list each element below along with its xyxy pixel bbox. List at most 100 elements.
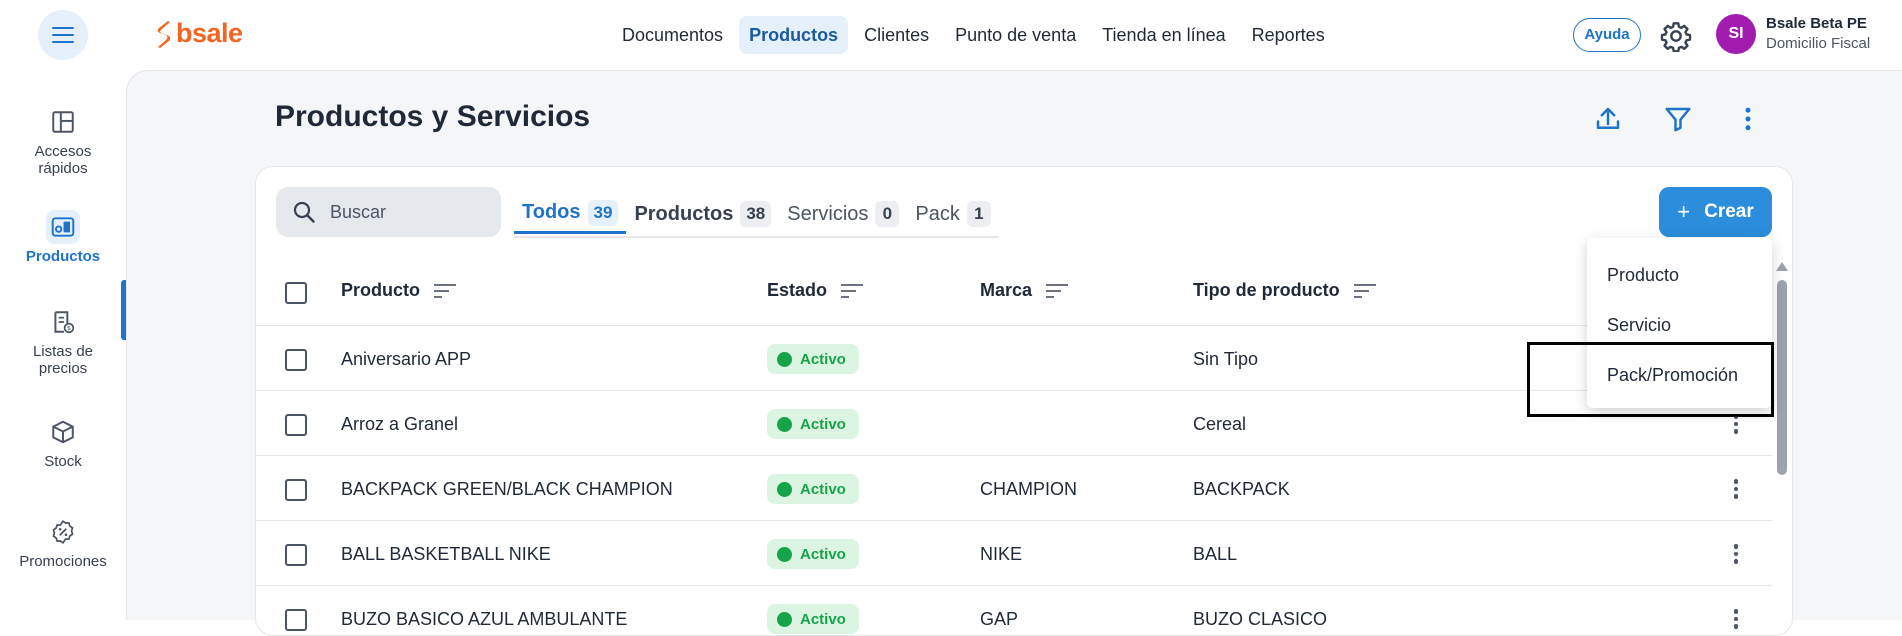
sidebar-label: Productos bbox=[25, 248, 101, 265]
column-label: Producto bbox=[341, 280, 420, 300]
row-divider bbox=[256, 520, 1772, 521]
more-vertical-icon[interactable] bbox=[1733, 104, 1763, 134]
row-actions-button[interactable] bbox=[1730, 544, 1742, 568]
status-dot bbox=[777, 546, 792, 562]
product-type: BACKPACK bbox=[1193, 479, 1290, 499]
status-dot bbox=[777, 611, 792, 627]
menu-item-producto[interactable]: Producto bbox=[1587, 250, 1772, 300]
user-name: Bsale Beta PE bbox=[1766, 15, 1867, 32]
page-title: Productos y Servicios bbox=[275, 100, 591, 133]
sidebar-item-productos[interactable]: Productos bbox=[0, 210, 126, 265]
product-name[interactable]: Arroz a Granel bbox=[341, 414, 458, 435]
column-header-tipo-de-producto[interactable]: Tipo de producto bbox=[1193, 280, 1376, 301]
status-badge: Activo bbox=[767, 344, 859, 374]
search-input[interactable] bbox=[330, 201, 490, 223]
column-header-estado[interactable]: Estado bbox=[767, 280, 864, 301]
products-icon bbox=[46, 210, 80, 244]
hamburger-menu-button[interactable] bbox=[38, 10, 88, 60]
sort-icon[interactable] bbox=[434, 283, 456, 299]
sidebar-item-stock[interactable]: Stock bbox=[0, 415, 126, 470]
sidebar-label: Listas de bbox=[32, 343, 94, 360]
tab-count: 1 bbox=[966, 201, 991, 227]
status-badge: Activo bbox=[767, 604, 859, 634]
column-label: Estado bbox=[767, 280, 828, 300]
tab-bar: Todos 39 Productos 38 Servicios 0 Pack 1 bbox=[514, 194, 999, 238]
status-dot bbox=[777, 351, 792, 367]
row-divider bbox=[256, 585, 1772, 586]
sidebar-item-listas-de-precios[interactable]: $ Listas de precios bbox=[0, 305, 126, 377]
sidebar-label: Accesos bbox=[34, 143, 92, 160]
highlight-box bbox=[1527, 342, 1774, 417]
svg-text:$: $ bbox=[67, 324, 71, 332]
tab-count: 39 bbox=[587, 199, 619, 226]
bsale-logo-icon bbox=[157, 20, 171, 48]
scroll-up-arrow[interactable] bbox=[1776, 262, 1788, 271]
sort-icon[interactable] bbox=[841, 283, 864, 299]
user-branch: Domicilio Fiscal bbox=[1766, 35, 1871, 52]
tab-todos[interactable]: Todos 39 bbox=[514, 194, 627, 234]
tab-pack[interactable]: Pack 1 bbox=[907, 194, 998, 234]
product-name[interactable]: BALL BASKETBALL NIKE bbox=[341, 544, 551, 565]
user-info[interactable]: Bsale Beta PE Domicilio Fiscal bbox=[1766, 15, 1870, 52]
row-divider bbox=[256, 325, 1772, 326]
column-label: Tipo de producto bbox=[1193, 280, 1340, 300]
product-name[interactable]: BACKPACK GREEN/BLACK CHAMPION bbox=[341, 479, 673, 500]
hamburger-icon bbox=[52, 33, 74, 37]
product-brand: CHAMPION bbox=[980, 479, 1078, 499]
status-label: Activo bbox=[800, 350, 846, 368]
gear-icon[interactable] bbox=[1660, 20, 1692, 52]
help-button[interactable]: Ayuda bbox=[1573, 18, 1641, 52]
nav-tienda-en-linea[interactable]: Tienda en línea bbox=[1092, 16, 1235, 54]
box-icon bbox=[46, 415, 80, 449]
upload-icon[interactable] bbox=[1593, 104, 1623, 134]
tab-productos[interactable]: Productos 38 bbox=[626, 194, 779, 234]
nav-reportes[interactable]: Reportes bbox=[1242, 16, 1335, 54]
row-actions-button[interactable] bbox=[1730, 609, 1742, 633]
sidebar-item-promociones[interactable]: Promociones bbox=[0, 515, 126, 570]
tab-count: 38 bbox=[740, 201, 772, 227]
create-button-label: Crear bbox=[1704, 201, 1754, 222]
brand-logo[interactable]: bsale bbox=[154, 18, 243, 49]
create-button[interactable]: + Crear bbox=[1659, 187, 1772, 237]
layout-icon bbox=[46, 105, 80, 139]
sort-icon[interactable] bbox=[1353, 283, 1376, 299]
row-checkbox[interactable] bbox=[285, 479, 307, 501]
tab-label: Productos bbox=[634, 202, 734, 225]
search-box[interactable] bbox=[276, 187, 501, 237]
sort-icon[interactable] bbox=[1046, 283, 1069, 299]
sidebar-label: rápidos bbox=[38, 160, 88, 177]
filter-icon[interactable] bbox=[1663, 104, 1693, 134]
nav-clientes[interactable]: Clientes bbox=[854, 16, 939, 54]
column-header-marca[interactable]: Marca bbox=[980, 280, 1069, 301]
nav-punto-de-venta[interactable]: Punto de venta bbox=[945, 16, 1086, 54]
row-checkbox[interactable] bbox=[285, 349, 307, 371]
promo-icon bbox=[46, 515, 80, 549]
tab-count: 0 bbox=[875, 201, 900, 227]
product-type: Cereal bbox=[1193, 414, 1247, 434]
status-badge: Activo bbox=[767, 474, 859, 504]
row-actions-button[interactable] bbox=[1730, 479, 1742, 503]
column-header-producto[interactable]: Producto bbox=[341, 280, 456, 301]
sidebar: Accesos rápidos Productos $ Listas de pr… bbox=[0, 70, 126, 620]
product-type: Sin Tipo bbox=[1193, 349, 1259, 369]
status-label: Activo bbox=[800, 610, 846, 628]
status-label: Activo bbox=[800, 415, 846, 433]
tab-servicios[interactable]: Servicios 0 bbox=[779, 194, 907, 234]
nav-productos[interactable]: Productos bbox=[739, 16, 849, 54]
nav-documentos[interactable]: Documentos bbox=[612, 16, 733, 54]
brand-name: bsale bbox=[176, 18, 243, 48]
row-checkbox[interactable] bbox=[285, 609, 307, 631]
product-type: BALL bbox=[1193, 544, 1238, 564]
product-brand: NIKE bbox=[980, 544, 1023, 564]
scrollbar-thumb[interactable] bbox=[1777, 280, 1787, 475]
row-actions-button[interactable] bbox=[1730, 414, 1742, 438]
row-checkbox[interactable] bbox=[285, 414, 307, 436]
status-dot bbox=[777, 481, 792, 497]
product-name[interactable]: Aniversario APP bbox=[341, 349, 471, 370]
select-all-checkbox[interactable] bbox=[285, 282, 307, 304]
column-label: Marca bbox=[980, 280, 1033, 300]
main-nav: Documentos Productos Clientes Punto de v… bbox=[612, 16, 1335, 54]
avatar[interactable]: SI bbox=[1716, 14, 1756, 54]
row-checkbox[interactable] bbox=[285, 544, 307, 566]
sidebar-item-accesos-rapidos[interactable]: Accesos rápidos bbox=[0, 105, 126, 177]
